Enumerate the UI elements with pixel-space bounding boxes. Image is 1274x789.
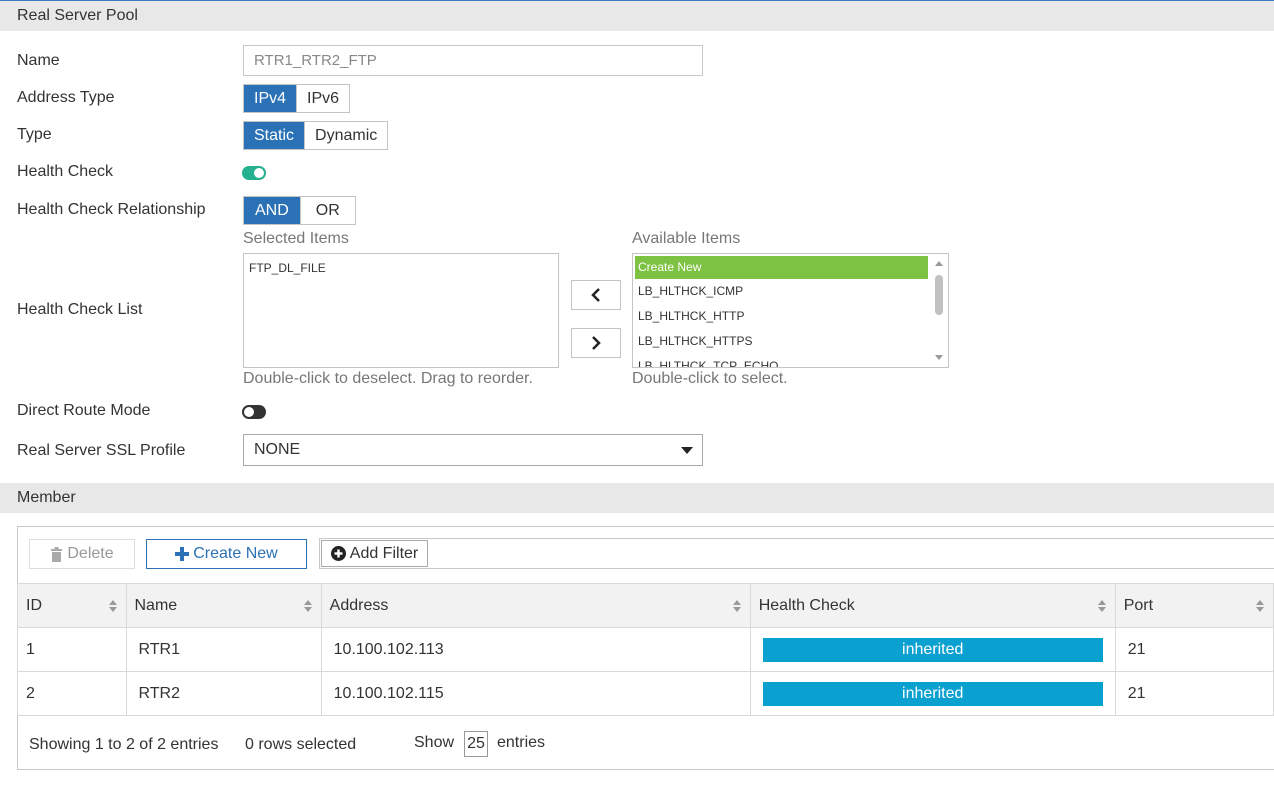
section-title: Real Server Pool <box>17 7 138 24</box>
toggle-knob <box>254 168 264 178</box>
type-static[interactable]: Static <box>244 122 305 149</box>
type-label: Type <box>17 126 52 143</box>
plus-icon <box>175 547 190 561</box>
toggle-knob <box>244 407 254 417</box>
type-dynamic[interactable]: Dynamic <box>304 122 388 149</box>
cell-address: 10.100.102.115 <box>320 671 751 716</box>
show-label: Show <box>414 734 455 751</box>
add-filter-button[interactable]: Add Filter <box>321 540 428 567</box>
ssl-profile-select[interactable]: NONE <box>243 434 703 466</box>
cell-address: 10.100.102.113 <box>320 627 751 672</box>
showing-entries-text: Showing 1 to 2 of 2 entries <box>29 736 219 753</box>
table-header-row: ID Name Address Health Check Port <box>17 583 1274 628</box>
available-hint: Double-click to select. <box>632 370 788 387</box>
hc-relationship-or[interactable]: OR <box>299 197 355 224</box>
hc-relationship-toggle: AND OR <box>243 196 356 225</box>
scrollbar-thumb[interactable] <box>935 275 943 315</box>
column-header-address[interactable]: Address <box>320 583 751 628</box>
section-header-real-server-pool: Real Server Pool <box>0 1 1274 31</box>
cell-id: 1 <box>17 627 127 672</box>
available-items-list[interactable]: Create New LB_HLTHCK_ICMP LB_HLTHCK_HTTP… <box>632 253 949 368</box>
table-row[interactable]: 2 RTR2 10.100.102.115 inherited 21 <box>17 671 1274 716</box>
create-new-button[interactable]: Create New <box>146 539 307 569</box>
cell-name: RTR2 <box>125 671 322 716</box>
address-type-label: Address Type <box>17 89 115 106</box>
ssl-profile-label: Real Server SSL Profile <box>17 442 186 459</box>
member-table: ID Name Address Health Check Port 1 RTR1… <box>17 583 1274 716</box>
create-new-label: Create New <box>193 545 278 562</box>
selected-items-label: Selected Items <box>243 230 349 247</box>
cell-name: RTR1 <box>125 627 322 672</box>
sort-icon <box>732 600 741 612</box>
available-list-scrollbar[interactable] <box>931 255 947 366</box>
health-check-label: Health Check <box>17 163 114 180</box>
hc-list-label: Health Check List <box>17 301 143 318</box>
cell-port: 21 <box>1114 627 1274 672</box>
cell-port: 21 <box>1114 671 1274 716</box>
plus-circle-icon <box>330 546 346 561</box>
ssl-profile-value: NONE <box>254 441 301 458</box>
delete-button[interactable]: Delete <box>29 539 135 569</box>
column-header-health-check[interactable]: Health Check <box>749 583 1116 628</box>
add-filter-label: Add Filter <box>349 544 419 562</box>
column-header-id[interactable]: ID <box>17 583 127 628</box>
available-items-label: Available Items <box>632 230 741 247</box>
move-left-button[interactable] <box>571 280 621 310</box>
available-item-create-new[interactable]: Create New <box>635 256 928 279</box>
chevron-left-icon <box>591 288 600 302</box>
cell-id: 2 <box>17 671 127 716</box>
hc-relationship-label: Health Check Relationship <box>17 201 206 218</box>
name-input[interactable]: RTR1_RTR2_FTP <box>243 45 703 76</box>
health-check-badge: inherited <box>762 681 1103 706</box>
direct-route-label: Direct Route Mode <box>17 402 151 419</box>
sort-icon <box>1097 600 1106 612</box>
selected-items-list[interactable]: FTP_DL_FILE <box>243 253 559 368</box>
selected-item[interactable]: FTP_DL_FILE <box>244 256 558 281</box>
sort-icon <box>1256 600 1264 612</box>
filter-bar[interactable] <box>319 538 1274 569</box>
health-check-badge: inherited <box>762 637 1103 662</box>
delete-label: Delete <box>67 545 114 562</box>
sort-icon <box>303 600 312 612</box>
cell-health-check: inherited <box>749 671 1116 716</box>
available-item[interactable]: LB_HLTHCK_HTTP <box>633 304 948 329</box>
entries-label: entries <box>497 734 546 751</box>
section-title: Member <box>17 489 76 506</box>
selected-hint: Double-click to deselect. Drag to reorde… <box>243 370 533 387</box>
scroll-down-icon <box>935 355 943 360</box>
rows-selected-text: 0 rows selected <box>245 736 357 753</box>
available-item[interactable]: LB_HLTHCK_ICMP <box>633 279 948 304</box>
sort-icon <box>108 600 117 612</box>
page-size-input[interactable]: 25 <box>464 731 488 757</box>
column-header-port[interactable]: Port <box>1114 583 1274 628</box>
move-right-button[interactable] <box>571 328 621 358</box>
available-item[interactable]: LB_HLTHCK_HTTPS <box>633 329 948 354</box>
scroll-up-icon <box>935 261 943 266</box>
hc-relationship-and[interactable]: AND <box>244 197 300 224</box>
type-toggle: Static Dynamic <box>243 121 389 150</box>
available-item[interactable]: LB_HLTHCK_TCP_ECHO <box>633 354 948 367</box>
trash-icon <box>51 546 63 562</box>
name-label: Name <box>17 52 60 69</box>
table-row[interactable]: 1 RTR1 10.100.102.113 inherited 21 <box>17 627 1274 672</box>
address-type-toggle: IPv4 IPv6 <box>243 84 351 113</box>
address-type-ipv6[interactable]: IPv6 <box>296 85 350 112</box>
column-header-name[interactable]: Name <box>125 583 322 628</box>
section-header-member: Member <box>0 483 1274 513</box>
caret-down-icon <box>681 447 693 454</box>
direct-route-toggle[interactable] <box>242 405 266 419</box>
health-check-toggle[interactable] <box>242 166 266 180</box>
cell-health-check: inherited <box>749 627 1116 672</box>
address-type-ipv4[interactable]: IPv4 <box>244 85 297 112</box>
chevron-right-icon <box>592 336 601 350</box>
